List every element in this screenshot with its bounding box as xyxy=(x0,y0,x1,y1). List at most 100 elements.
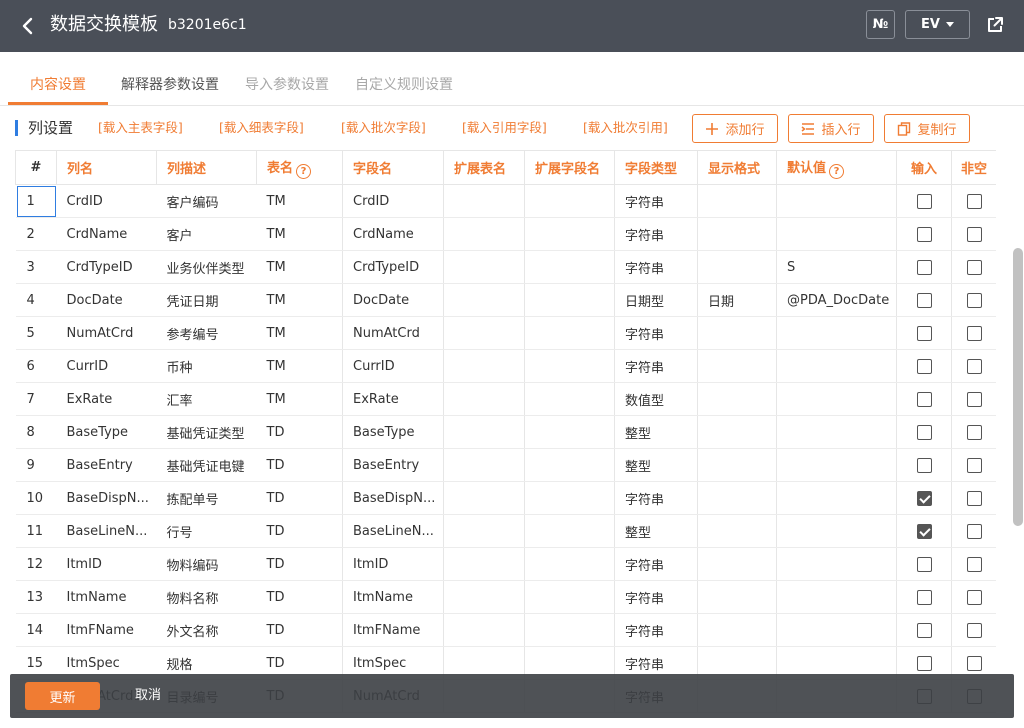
cell-display-format[interactable]: 日期 xyxy=(697,283,777,317)
input-checkbox[interactable] xyxy=(916,259,932,275)
cell-column-desc[interactable]: 外文名称 xyxy=(156,613,257,647)
cell-ext-field[interactable] xyxy=(524,217,615,251)
cell-table-name[interactable]: TM xyxy=(256,250,343,284)
cell-field-type[interactable]: 字符串 xyxy=(614,547,698,581)
cell-column-desc[interactable]: 物料名称 xyxy=(156,580,257,614)
cell-field-name[interactable]: CurrID xyxy=(342,349,444,383)
cell-default-value[interactable] xyxy=(776,547,897,581)
cell-table-name[interactable]: TD xyxy=(256,481,343,515)
cell-ext-table[interactable] xyxy=(443,448,525,482)
cell-table-name[interactable]: TM xyxy=(256,382,343,416)
required-checkbox[interactable] xyxy=(966,622,982,638)
cell-ext-table[interactable] xyxy=(443,382,525,416)
required-checkbox[interactable] xyxy=(966,490,982,506)
cell-field-type[interactable]: 整型 xyxy=(614,514,698,548)
cell-field-type[interactable]: 数值型 xyxy=(614,382,698,416)
cell-ext-field[interactable] xyxy=(524,184,615,218)
row-index[interactable]: 7 xyxy=(15,382,57,416)
cell-column-name[interactable]: BaseType xyxy=(56,415,157,449)
cell-default-value[interactable]: S xyxy=(776,250,897,284)
cell-column-desc[interactable]: 行号 xyxy=(156,514,257,548)
cell-column-desc[interactable]: 拣配单号 xyxy=(156,481,257,515)
table-row[interactable]: 12 ItmID 物料编码 TD ItmID 字符串 xyxy=(15,547,996,581)
update-button[interactable]: 更新 xyxy=(25,682,100,710)
input-checkbox[interactable] xyxy=(916,391,932,407)
cell-column-name[interactable]: ItmID xyxy=(56,547,157,581)
cell-field-type[interactable]: 整型 xyxy=(614,448,698,482)
cell-column-name[interactable]: CrdID xyxy=(56,184,157,218)
cell-column-name[interactable]: NumAtCrd xyxy=(56,316,157,350)
cell-column-name[interactable]: DocDate xyxy=(56,283,157,317)
cell-field-type[interactable]: 字符串 xyxy=(614,250,698,284)
cell-column-desc[interactable]: 客户 xyxy=(156,217,257,251)
cell-field-name[interactable]: BaseLineN... xyxy=(342,514,444,548)
required-checkbox[interactable] xyxy=(966,226,982,242)
cell-default-value[interactable] xyxy=(776,613,897,647)
cell-ext-table[interactable] xyxy=(443,613,525,647)
cell-field-name[interactable]: BaseEntry xyxy=(342,448,444,482)
cell-table-name[interactable]: TD xyxy=(256,415,343,449)
table-row[interactable]: 3 CrdTypeID 业务伙伴类型 TM CrdTypeID 字符串 S xyxy=(15,250,996,284)
cell-ext-field[interactable] xyxy=(524,547,615,581)
input-checkbox[interactable] xyxy=(916,556,932,572)
cell-ext-table[interactable] xyxy=(443,349,525,383)
cell-display-format[interactable] xyxy=(697,481,777,515)
cell-column-desc[interactable]: 凭证日期 xyxy=(156,283,257,317)
help-icon[interactable]: ? xyxy=(296,163,312,179)
cell-default-value[interactable] xyxy=(776,448,897,482)
row-index[interactable]: 12 xyxy=(15,547,57,581)
row-index[interactable]: 11 xyxy=(15,514,57,548)
cell-table-name[interactable]: TD xyxy=(256,613,343,647)
help-icon[interactable]: ? xyxy=(829,163,845,179)
cell-default-value[interactable] xyxy=(776,184,897,218)
load-batch-fields-link[interactable]: [载入批次字段] xyxy=(341,120,426,136)
cell-default-value[interactable] xyxy=(776,580,897,614)
cell-table-name[interactable]: TM xyxy=(256,283,343,317)
cell-column-desc[interactable]: 币种 xyxy=(156,349,257,383)
cell-table-name[interactable]: TM xyxy=(256,349,343,383)
cell-default-value[interactable] xyxy=(776,415,897,449)
cell-column-desc[interactable]: 业务伙伴类型 xyxy=(156,250,257,284)
cell-display-format[interactable] xyxy=(697,613,777,647)
cell-field-name[interactable]: BaseType xyxy=(342,415,444,449)
table-row[interactable]: 13 ItmName 物料名称 TD ItmName 字符串 xyxy=(15,580,996,614)
row-index[interactable]: 2 xyxy=(15,217,57,251)
cell-field-name[interactable]: BaseDispN... xyxy=(342,481,444,515)
row-index[interactable]: 1 xyxy=(15,184,57,218)
cell-display-format[interactable] xyxy=(697,382,777,416)
cell-field-type[interactable]: 字符串 xyxy=(614,316,698,350)
cell-ext-field[interactable] xyxy=(524,316,615,350)
cell-default-value[interactable] xyxy=(776,217,897,251)
row-index[interactable]: 5 xyxy=(15,316,57,350)
row-index[interactable]: 9 xyxy=(15,448,57,482)
table-row[interactable]: 11 BaseLineN... 行号 TD BaseLineN... 整型 xyxy=(15,514,996,548)
cell-display-format[interactable] xyxy=(697,415,777,449)
cell-table-name[interactable]: TD xyxy=(256,514,343,548)
cell-column-desc[interactable]: 参考编号 xyxy=(156,316,257,350)
table-row[interactable]: 5 NumAtCrd 参考编号 TM NumAtCrd 字符串 xyxy=(15,316,996,350)
table-row[interactable]: 4 DocDate 凭证日期 TM DocDate 日期型 日期 @PDA_DocDate xyxy=(15,283,996,317)
cell-column-name[interactable]: BaseDispN... xyxy=(56,481,157,515)
cell-ext-table[interactable] xyxy=(443,184,525,218)
cell-ext-field[interactable] xyxy=(524,382,615,416)
cell-field-name[interactable]: CrdTypeID xyxy=(342,250,444,284)
cell-table-name[interactable]: TM xyxy=(256,217,343,251)
cell-column-name[interactable]: CurrID xyxy=(56,349,157,383)
cell-column-desc[interactable]: 客户编码 xyxy=(156,184,257,218)
required-checkbox[interactable] xyxy=(966,358,982,374)
required-checkbox[interactable] xyxy=(966,292,982,308)
cell-column-name[interactable]: ItmFName xyxy=(56,613,157,647)
row-index[interactable]: 4 xyxy=(15,283,57,317)
cell-table-name[interactable]: TD xyxy=(256,448,343,482)
required-checkbox[interactable] xyxy=(966,325,982,341)
input-checkbox[interactable] xyxy=(916,622,932,638)
cell-column-name[interactable]: ExRate xyxy=(56,382,157,416)
cell-column-name[interactable]: BaseLineN... xyxy=(56,514,157,548)
cell-field-type[interactable]: 字符串 xyxy=(614,217,698,251)
cell-column-name[interactable]: CrdName xyxy=(56,217,157,251)
cell-column-name[interactable]: ItmName xyxy=(56,580,157,614)
ev-dropdown[interactable]: EV xyxy=(905,10,970,39)
load-batch-reference-link[interactable]: [载入批次引用] xyxy=(583,120,668,136)
table-row[interactable]: 8 BaseType 基础凭证类型 TD BaseType 整型 xyxy=(15,415,996,449)
cell-display-format[interactable] xyxy=(697,184,777,218)
